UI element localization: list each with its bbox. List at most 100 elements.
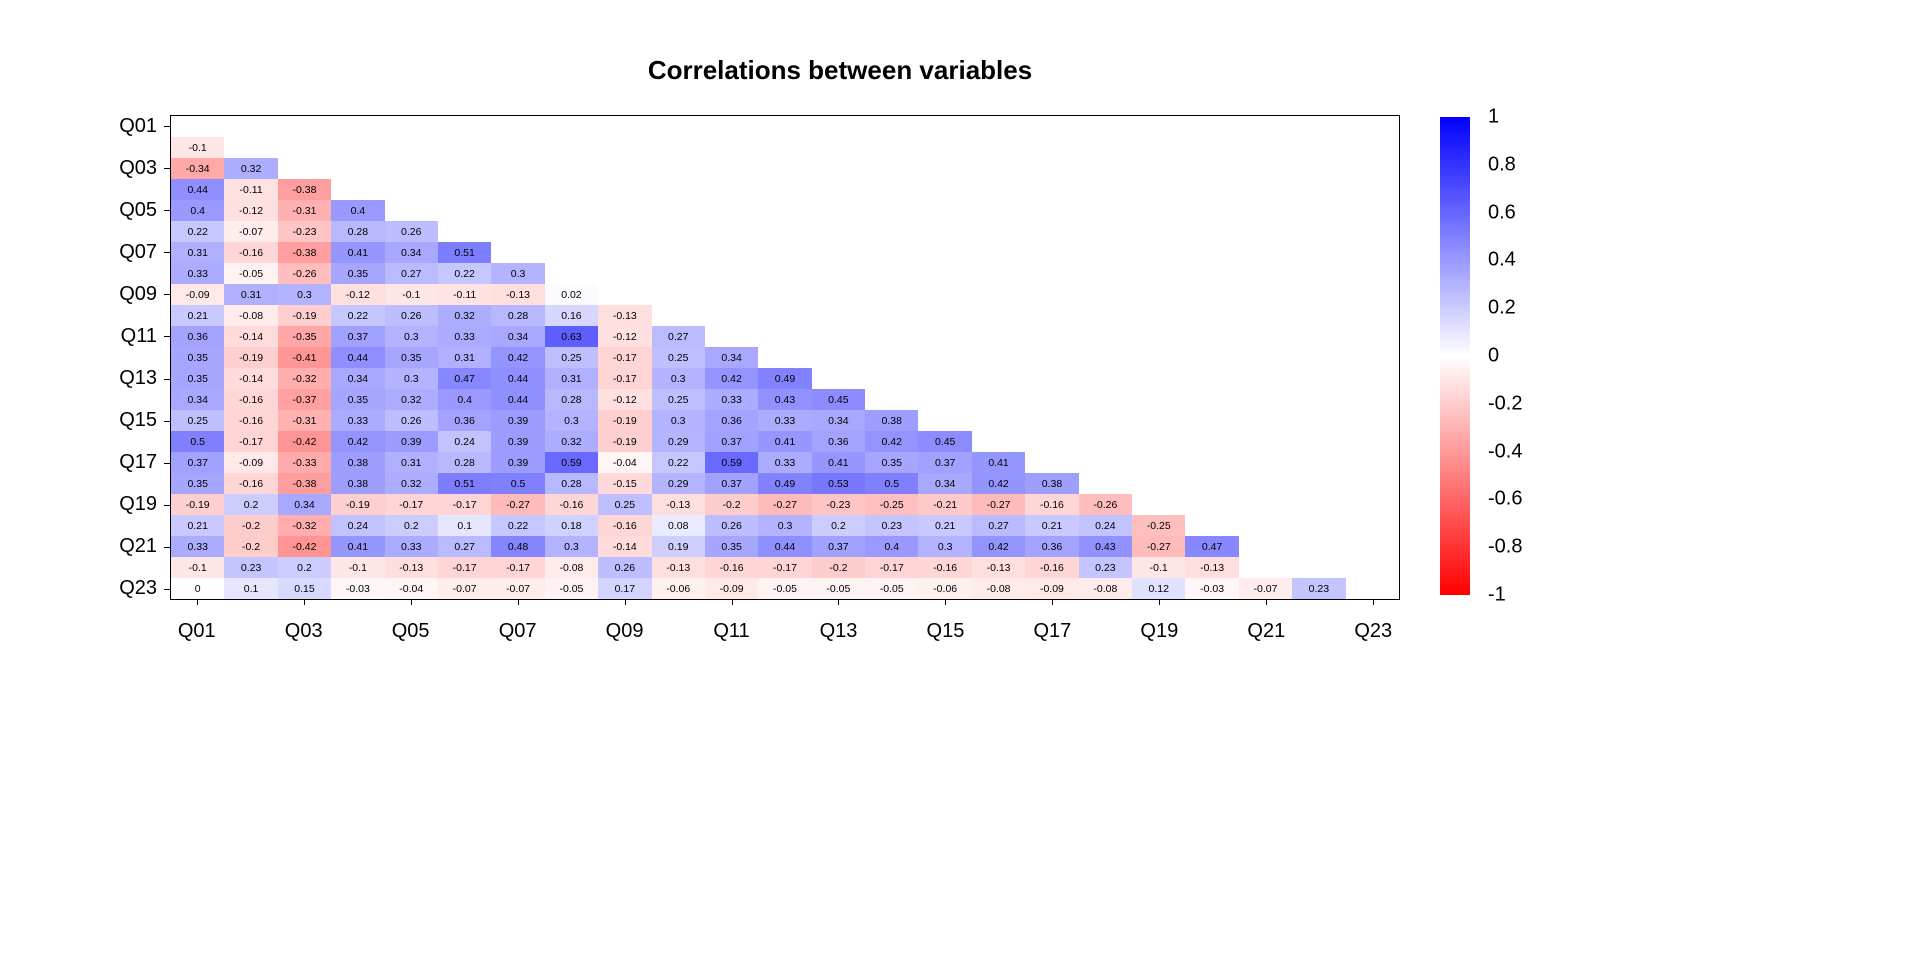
heatmap-cell: 0.35 — [171, 368, 224, 389]
heatmap-cell — [224, 116, 277, 137]
heatmap-cell — [1239, 116, 1292, 137]
heatmap-cell — [1185, 200, 1238, 221]
x-axis-tick-label — [330, 604, 383, 664]
heatmap-cell — [972, 410, 1025, 431]
heatmap-cell: 0.22 — [331, 305, 384, 326]
heatmap-cell: 0.35 — [385, 347, 438, 368]
heatmap-cell: 0.51 — [438, 242, 491, 263]
heatmap-cell: -0.07 — [438, 578, 491, 599]
y-axis-tick-label: Q05 — [0, 199, 165, 222]
heatmap-cell — [705, 284, 758, 305]
heatmap-cell: 0.16 — [545, 305, 598, 326]
y-axis-tick-label — [0, 390, 165, 409]
x-axis-tick-label — [972, 604, 1025, 664]
heatmap-cell: 0.23 — [224, 557, 277, 578]
heatmap-cell: -0.19 — [171, 494, 224, 515]
heatmap-cell — [758, 179, 811, 200]
x-axis-tick-label: Q15 — [919, 604, 972, 664]
heatmap-cell: -0.19 — [331, 494, 384, 515]
heatmap-cell — [705, 263, 758, 284]
heatmap-cell: -0.08 — [1079, 578, 1132, 599]
heatmap-cell: -0.16 — [1025, 557, 1078, 578]
heatmap-cell — [1025, 263, 1078, 284]
heatmap-cell — [918, 263, 971, 284]
heatmap-cell — [865, 389, 918, 410]
heatmap-cell: -0.05 — [758, 578, 811, 599]
y-axis-tick — [164, 505, 170, 506]
heatmap-cell — [1185, 137, 1238, 158]
heatmap-cell: -0.12 — [598, 389, 651, 410]
x-axis-tick-label — [223, 604, 276, 664]
heatmap-cell — [918, 410, 971, 431]
heatmap-cell — [1079, 305, 1132, 326]
x-axis-tick — [945, 599, 946, 605]
heatmap-cell — [972, 284, 1025, 305]
heatmap-cell — [758, 305, 811, 326]
heatmap-cell: 0.33 — [171, 263, 224, 284]
heatmap-cell — [865, 221, 918, 242]
heatmap-cell: -0.04 — [598, 452, 651, 473]
heatmap-cell — [1079, 116, 1132, 137]
heatmap-cell — [491, 179, 544, 200]
heatmap-cell — [1079, 221, 1132, 242]
heatmap-cell: -0.27 — [491, 494, 544, 515]
heatmap-cell: 0.45 — [812, 389, 865, 410]
heatmap-cell — [598, 263, 651, 284]
heatmap-cell — [545, 116, 598, 137]
heatmap-cell: -0.11 — [438, 284, 491, 305]
legend-tick-label: -0.2 — [1488, 392, 1522, 415]
heatmap-cell — [1185, 368, 1238, 389]
heatmap-cell — [1346, 284, 1399, 305]
heatmap-cell: -0.42 — [278, 431, 331, 452]
heatmap-cell — [1132, 116, 1185, 137]
heatmap-cell — [972, 242, 1025, 263]
heatmap-cell: -0.17 — [385, 494, 438, 515]
heatmap-cell — [652, 263, 705, 284]
heatmap-cell: -0.08 — [545, 557, 598, 578]
heatmap-cell: -0.12 — [598, 326, 651, 347]
heatmap-cell: 0.3 — [918, 536, 971, 557]
heatmap-cell — [1185, 179, 1238, 200]
x-axis-tick-label: Q07 — [491, 604, 544, 664]
heatmap-cell: -0.16 — [598, 515, 651, 536]
heatmap-cell: 0.3 — [385, 368, 438, 389]
y-axis-tick-label: Q17 — [0, 451, 165, 474]
heatmap-cell — [545, 158, 598, 179]
heatmap-cell — [1239, 263, 1292, 284]
heatmap-cell: 0.21 — [171, 305, 224, 326]
heatmap-cell — [1025, 347, 1078, 368]
heatmap-cell — [438, 179, 491, 200]
heatmap-cell — [1185, 389, 1238, 410]
heatmap-cell — [1079, 158, 1132, 179]
heatmap-cell — [1292, 284, 1345, 305]
x-axis-tick — [1052, 599, 1053, 605]
heatmap-cell: -0.2 — [705, 494, 758, 515]
heatmap-cell: 0.34 — [171, 389, 224, 410]
heatmap-cell — [1025, 221, 1078, 242]
heatmap-cell — [1132, 200, 1185, 221]
heatmap-cell: 0.42 — [491, 347, 544, 368]
heatmap-cell: -0.15 — [598, 473, 651, 494]
x-axis-tick-label — [1079, 604, 1132, 664]
heatmap-cell: -0.09 — [1025, 578, 1078, 599]
heatmap-cell — [1132, 452, 1185, 473]
heatmap-cell — [865, 200, 918, 221]
y-axis-tick-label: Q19 — [0, 493, 165, 516]
y-axis-tick-label — [0, 516, 165, 535]
heatmap-cell — [1185, 347, 1238, 368]
heatmap-cell — [1132, 305, 1185, 326]
heatmap-cell — [972, 389, 1025, 410]
heatmap-cell: 0.5 — [865, 473, 918, 494]
heatmap-cell: 0.35 — [171, 347, 224, 368]
heatmap-cell: 0.24 — [438, 431, 491, 452]
heatmap-cell — [758, 221, 811, 242]
heatmap-cell: 0.32 — [545, 431, 598, 452]
heatmap-cell: 0.32 — [385, 473, 438, 494]
heatmap-cell: 0.4 — [865, 536, 918, 557]
heatmap-cell: -0.31 — [278, 200, 331, 221]
heatmap-cell — [918, 200, 971, 221]
heatmap-cell: 0.36 — [812, 431, 865, 452]
heatmap-cell: 0.1 — [438, 515, 491, 536]
heatmap-cell: -0.05 — [545, 578, 598, 599]
heatmap-cell: -0.25 — [865, 494, 918, 515]
